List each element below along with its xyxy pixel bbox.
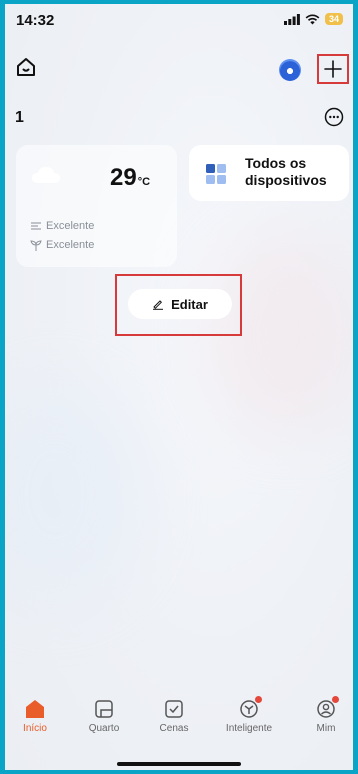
air-quality-icon — [31, 222, 41, 230]
edit-button-label: Editar — [171, 296, 208, 312]
app-screen: 14:32 34 1 29°C Excelente Excelente Todo… — [5, 4, 353, 770]
background-glow — [5, 384, 145, 604]
plant-metric: Excelente — [30, 239, 94, 251]
smart-icon-wrap — [238, 696, 262, 720]
weather-card[interactable]: 29°C Excelente Excelente — [16, 145, 177, 267]
air-quality-metric: Excelente — [30, 220, 94, 232]
tab-label: Cenas — [159, 723, 189, 734]
tab-quarto[interactable]: Quarto — [74, 698, 134, 734]
status-icons: 34 — [283, 13, 343, 25]
robot-icon[interactable] — [279, 59, 301, 81]
home-icon[interactable] — [15, 56, 37, 78]
home-tab-icon — [26, 700, 44, 718]
scenes-icon — [165, 700, 183, 718]
home-name[interactable]: 1 — [15, 109, 24, 127]
signal-icon — [283, 13, 300, 25]
status-bar: 14:32 34 — [5, 4, 353, 38]
tab-label: Inteligente — [225, 723, 273, 734]
all-devices-card[interactable]: Todos os dispositivos — [189, 145, 349, 201]
air-quality-label: Excelente — [46, 220, 95, 232]
add-button[interactable] — [317, 54, 349, 84]
tab-mim[interactable]: Mim — [296, 696, 353, 734]
status-time: 14:32 — [16, 12, 55, 29]
edit-button[interactable]: Editar — [128, 289, 232, 319]
room-icon — [95, 700, 113, 718]
home-indicator — [117, 762, 241, 766]
cloud-icon — [32, 167, 60, 183]
notification-dot — [332, 696, 339, 703]
more-options-icon[interactable] — [324, 107, 344, 127]
all-devices-label: Todos os dispositivos — [245, 155, 327, 188]
tab-label: Quarto — [88, 723, 120, 734]
temperature-value: 29°C — [110, 164, 150, 192]
tab-bar: Início Quarto Cenas Inteligente Mim — [5, 696, 353, 758]
tab-cenas[interactable]: Cenas — [144, 698, 204, 734]
profile-icon-wrap — [315, 696, 339, 720]
temperature-number: 29 — [110, 164, 137, 191]
plant-label: Excelente — [46, 239, 95, 251]
battery-indicator: 34 — [324, 13, 343, 25]
devices-grid-icon — [206, 164, 226, 184]
plus-icon — [324, 60, 342, 78]
wifi-icon — [305, 14, 320, 24]
notification-dot — [255, 696, 262, 703]
plant-icon — [30, 239, 42, 251]
temperature-unit: °C — [137, 176, 151, 188]
tab-inicio[interactable]: Início — [5, 698, 65, 734]
tab-inteligente[interactable]: Inteligente — [219, 696, 279, 734]
pencil-icon — [153, 300, 164, 310]
tab-label: Mim — [316, 723, 336, 734]
tab-label: Início — [23, 723, 47, 734]
